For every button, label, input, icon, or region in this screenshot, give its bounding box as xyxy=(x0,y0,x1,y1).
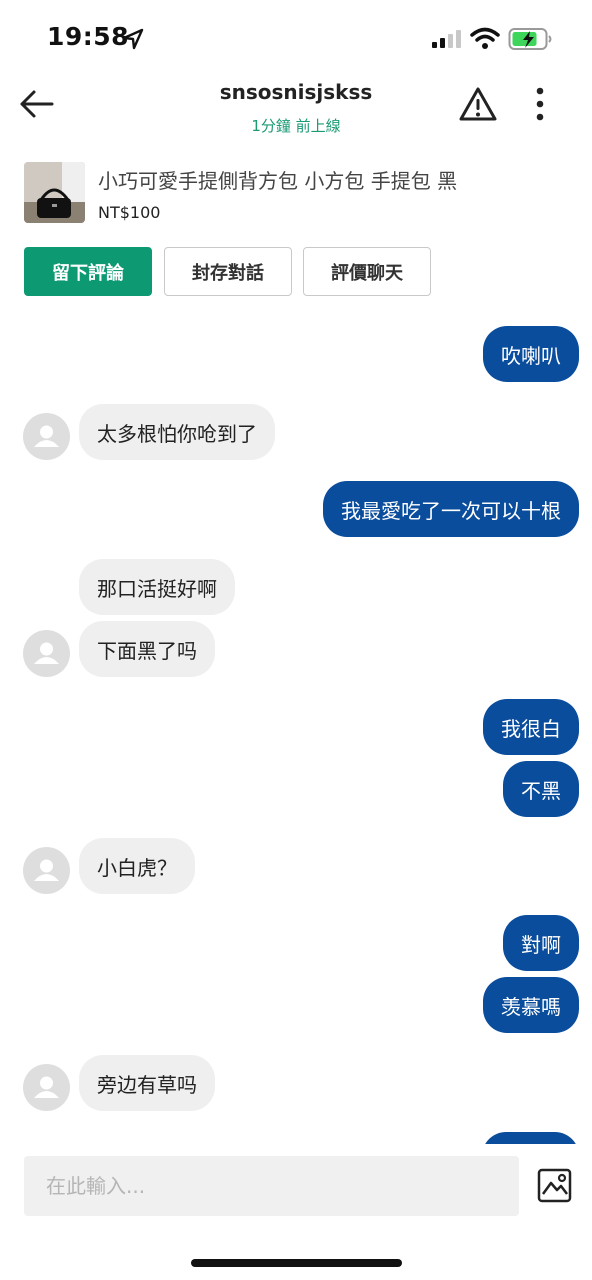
product-thumbnail[interactable] xyxy=(24,162,85,223)
incoming-message[interactable]: 小白虎？ xyxy=(79,838,195,894)
home-indicator xyxy=(191,1259,402,1267)
avatar[interactable] xyxy=(23,630,70,677)
cellular-signal-icon xyxy=(432,30,461,48)
user-placeholder-icon xyxy=(34,1076,59,1098)
incoming-message[interactable]: 下面黑了吗 xyxy=(79,621,215,677)
status-time: 19:58 xyxy=(47,22,130,51)
incoming-message[interactable]: 太多根怕你呛到了 xyxy=(79,404,275,460)
avatar[interactable] xyxy=(23,1064,70,1111)
incoming-message[interactable]: 那口活挺好啊 xyxy=(79,559,235,615)
warning-icon[interactable] xyxy=(458,86,498,122)
outgoing-message[interactable]: 我很白 xyxy=(483,699,579,755)
location-arrow-icon xyxy=(122,28,144,50)
incoming-message[interactable]: 旁边有草吗 xyxy=(79,1055,215,1111)
avatar[interactable] xyxy=(23,413,70,460)
user-placeholder-icon xyxy=(34,642,59,664)
outgoing-message[interactable]: 吹喇叭 xyxy=(483,326,579,382)
outgoing-message[interactable]: 我最愛吃了一次可以十根 xyxy=(323,481,579,537)
online-status: 1分鐘 前上線 xyxy=(251,117,341,135)
more-vertical-icon[interactable] xyxy=(530,86,550,124)
battery-charging-icon xyxy=(508,28,552,50)
chat-partner-name: snsosnisjskss xyxy=(219,80,373,104)
product-price: NT$100 xyxy=(98,203,161,222)
product-name[interactable]: 小巧可愛手提側背方包 小方包 手提包 黑 xyxy=(98,165,457,194)
message-input[interactable] xyxy=(44,1173,519,1199)
wifi-icon xyxy=(470,27,500,49)
outgoing-message-partial xyxy=(482,1132,579,1144)
avatar[interactable] xyxy=(23,847,70,894)
image-upload-icon[interactable] xyxy=(537,1168,573,1204)
message-input-container[interactable] xyxy=(24,1156,519,1216)
user-placeholder-icon xyxy=(34,859,59,881)
outgoing-message[interactable]: 對啊 xyxy=(503,915,579,971)
outgoing-message[interactable]: 羡慕嗎 xyxy=(483,977,579,1033)
leave-review-button[interactable]: 留下評論 xyxy=(24,247,152,296)
user-placeholder-icon xyxy=(34,425,59,447)
archive-chat-button[interactable]: 封存對話 xyxy=(164,247,292,296)
outgoing-message[interactable]: 不黑 xyxy=(503,761,579,817)
rate-chat-button[interactable]: 評價聊天 xyxy=(303,247,431,296)
